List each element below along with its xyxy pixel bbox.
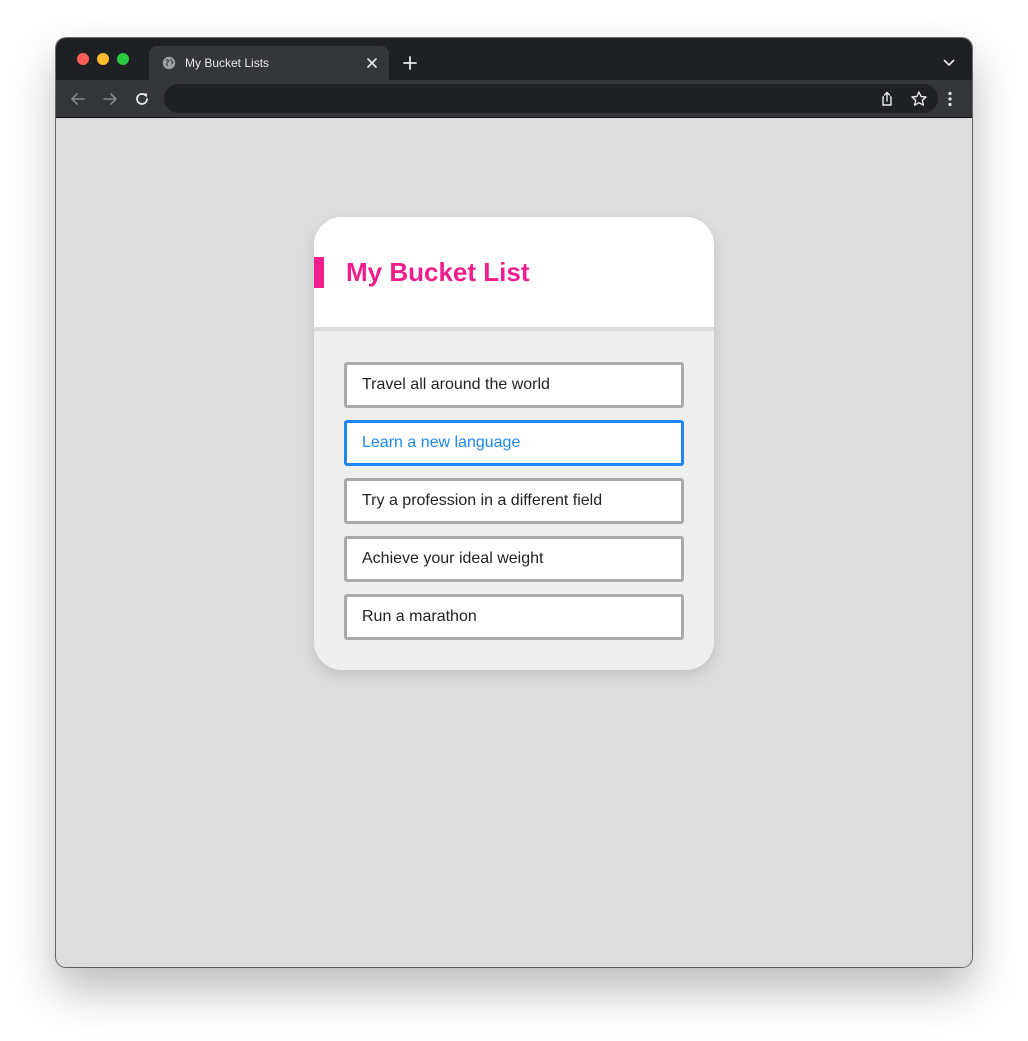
address-bar[interactable] — [164, 84, 938, 113]
browser-window: My Bucket Lists My Bucket List Travel al… — [56, 38, 972, 967]
accent-bar — [314, 257, 324, 288]
bucket-list-item-active[interactable]: Learn a new language — [344, 420, 684, 466]
arrow-left-icon[interactable] — [69, 90, 87, 108]
card-title: My Bucket List — [346, 257, 530, 287]
bucket-list-item[interactable]: Try a profession in a different field — [344, 478, 684, 524]
card-header: My Bucket List — [314, 217, 714, 331]
browser-toolbar — [56, 80, 972, 118]
browser-tab[interactable]: My Bucket Lists — [149, 46, 389, 80]
close-window-button[interactable] — [77, 53, 89, 65]
bucket-list-item[interactable]: Run a marathon — [344, 594, 684, 640]
page-content: My Bucket List Travel all around the wor… — [56, 118, 972, 967]
globe-icon — [162, 56, 176, 70]
bucket-list: Travel all around the world Learn a new … — [344, 362, 684, 652]
tab-title: My Bucket Lists — [185, 56, 270, 70]
title-bar: My Bucket Lists — [56, 38, 972, 80]
bucket-list-card: My Bucket List Travel all around the wor… — [314, 217, 714, 670]
share-icon[interactable] — [878, 90, 896, 108]
zoom-window-button[interactable] — [117, 53, 129, 65]
close-icon[interactable] — [366, 57, 378, 69]
plus-icon[interactable] — [403, 56, 417, 70]
minimize-window-button[interactable] — [97, 53, 109, 65]
bucket-list-item[interactable]: Travel all around the world — [344, 362, 684, 408]
chevron-down-icon[interactable] — [943, 58, 955, 68]
kebab-menu-icon[interactable] — [941, 90, 959, 108]
star-icon[interactable] — [910, 90, 928, 108]
bucket-list-item[interactable]: Achieve your ideal weight — [344, 536, 684, 582]
arrow-right-icon[interactable] — [101, 90, 119, 108]
reload-icon[interactable] — [133, 90, 151, 108]
